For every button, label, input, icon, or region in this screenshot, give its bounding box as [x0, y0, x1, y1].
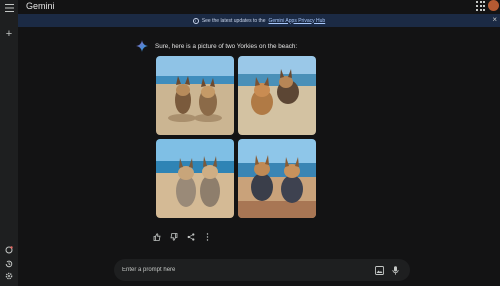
yorkies-image-3[interactable] — [156, 139, 234, 218]
new-chat-icon[interactable]: + — [3, 28, 15, 40]
avatar[interactable] — [488, 0, 499, 11]
image-grid — [156, 56, 316, 218]
top-bar: Gemini — [18, 0, 500, 14]
yorkies-image-1[interactable] — [156, 56, 234, 135]
banner-text: See the latest updates to the — [201, 17, 266, 24]
close-icon[interactable]: × — [492, 15, 497, 25]
prompt-input[interactable] — [122, 263, 362, 277]
yorkies-image-2[interactable] — [238, 56, 316, 135]
settings-icon[interactable] — [3, 270, 15, 282]
thumbs-up-icon[interactable] — [152, 232, 161, 241]
response-text: Sure, here is a picture of two Yorkies o… — [155, 42, 298, 50]
response-header: Sure, here is a picture of two Yorkies o… — [136, 40, 297, 52]
mic-icon[interactable] — [390, 265, 400, 275]
gem-icon[interactable] — [3, 244, 15, 256]
app-title: Gemini — [26, 1, 55, 11]
more-options-icon[interactable] — [203, 232, 212, 241]
side-rail: + — [0, 0, 18, 286]
gemini-spark-icon — [136, 40, 148, 52]
apps-grid-icon[interactable] — [476, 1, 486, 11]
share-icon[interactable] — [186, 232, 195, 241]
history-icon[interactable] — [3, 258, 15, 270]
privacy-hub-link[interactable]: Gemini Apps Privacy Hub — [268, 18, 325, 24]
menu-icon[interactable] — [3, 2, 15, 14]
thumbs-down-icon[interactable] — [169, 232, 178, 241]
response-actions — [152, 232, 212, 241]
upload-image-icon[interactable] — [374, 265, 384, 275]
info-icon: i — [192, 17, 199, 24]
yorkies-image-4[interactable] — [238, 139, 316, 218]
privacy-banner: i See the latest updates to the Gemini A… — [18, 14, 500, 27]
prompt-bar — [114, 259, 410, 281]
